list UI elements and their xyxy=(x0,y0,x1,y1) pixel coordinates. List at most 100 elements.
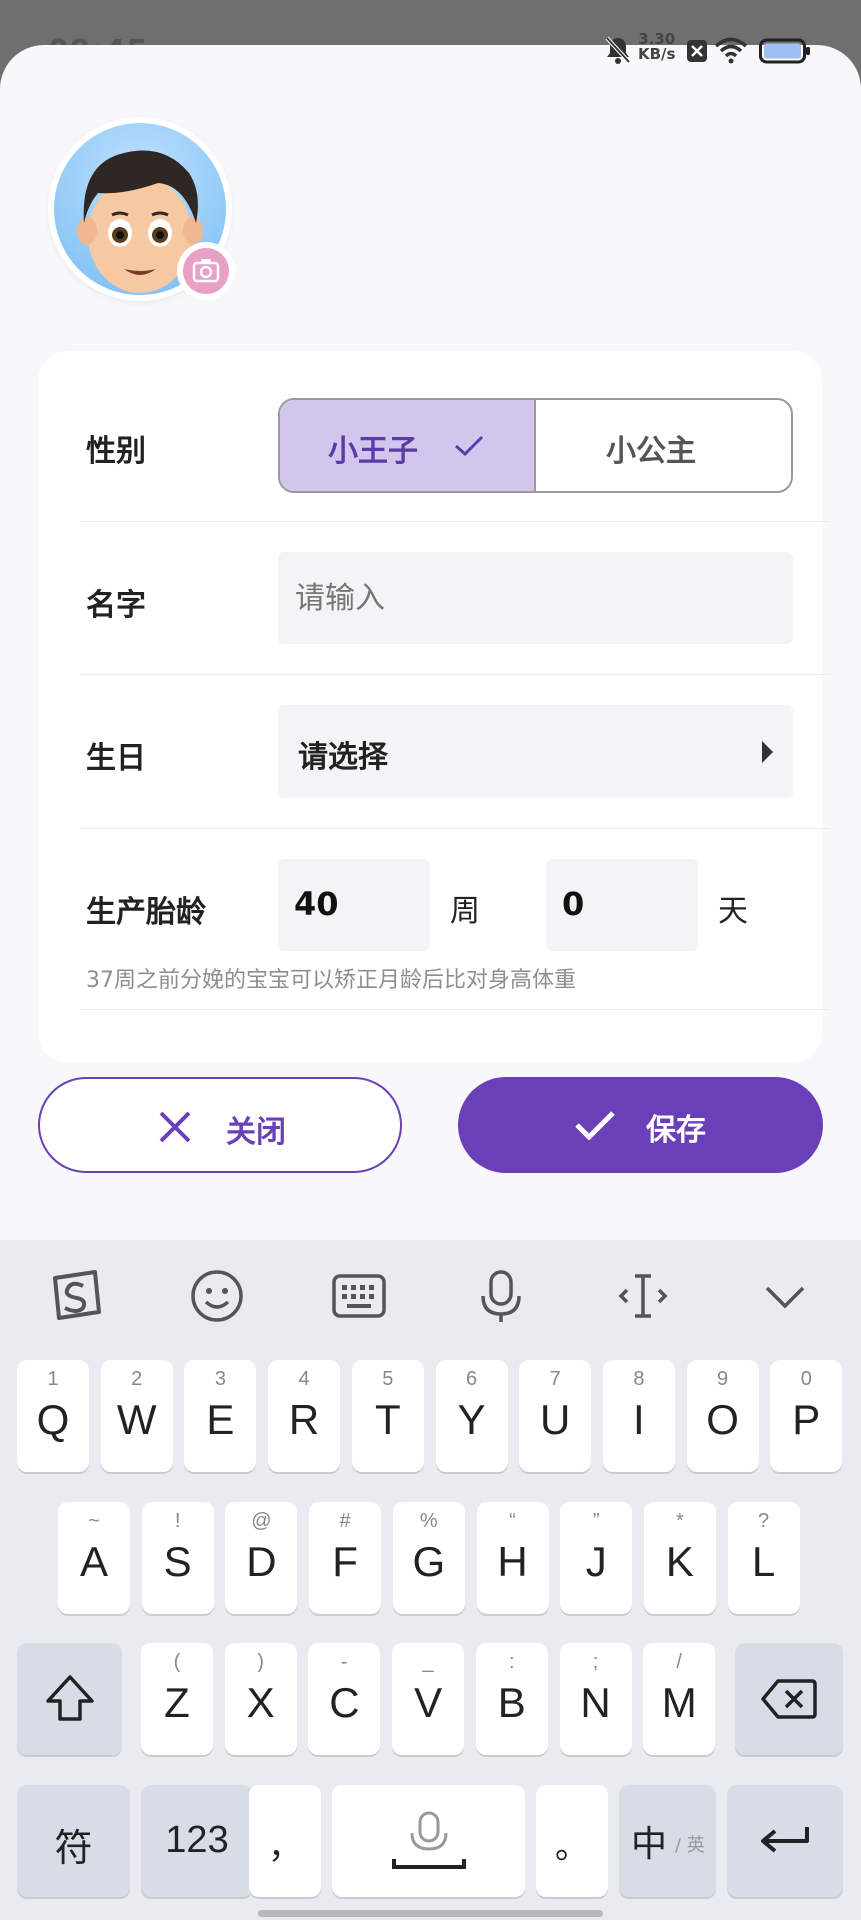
key-sub-label: ( xyxy=(173,1651,181,1673)
key-g[interactable]: % G xyxy=(392,1502,465,1614)
key-z[interactable]: (Z xyxy=(141,1643,213,1755)
key-sub-label: ? xyxy=(758,1510,770,1532)
key-j[interactable]: ” J xyxy=(560,1502,633,1614)
key-p[interactable]: 0P xyxy=(770,1360,843,1472)
key-sub-label: 4 xyxy=(298,1368,310,1390)
camera-icon xyxy=(183,248,229,294)
key-d[interactable]: @ D xyxy=(225,1502,298,1614)
gestation-days-value: 0 xyxy=(562,885,585,923)
key-label: A xyxy=(79,1538,108,1585)
key-t[interactable]: 5T xyxy=(351,1360,424,1472)
key-label: P xyxy=(792,1396,821,1443)
divider xyxy=(80,1009,830,1010)
gender-option-princess[interactable]: 小公主 xyxy=(536,400,791,491)
shift-key[interactable] xyxy=(17,1643,122,1755)
language-switch-key[interactable]: 中 / 英 xyxy=(619,1785,716,1897)
gestation-days-input[interactable]: 0 xyxy=(546,859,698,951)
key-label: C xyxy=(329,1679,360,1726)
period-key[interactable]: 。 xyxy=(536,1785,608,1897)
key-sub-label: 2 xyxy=(131,1368,143,1390)
key-sub-label: - xyxy=(341,1651,348,1673)
key-label: Y xyxy=(457,1396,486,1443)
key-sub-label: 0 xyxy=(800,1368,812,1390)
key-label: M xyxy=(661,1679,697,1726)
space-key[interactable] xyxy=(332,1785,525,1897)
key-v[interactable]: _ V xyxy=(392,1643,465,1755)
key-l[interactable]: ? L xyxy=(727,1502,800,1614)
key-sub-label: ” xyxy=(592,1510,600,1532)
key-label: D xyxy=(246,1538,277,1585)
key-w[interactable]: 2W xyxy=(100,1360,173,1472)
key-sub-label: ! xyxy=(174,1510,181,1532)
key-sub-label: : xyxy=(509,1651,515,1673)
name-label: 名字 xyxy=(86,588,146,623)
gender-selector: 小王子 小公主 xyxy=(278,398,793,493)
gestation-label: 生产胎龄 xyxy=(86,895,206,930)
symbols-key[interactable]: 符 xyxy=(17,1785,130,1897)
key-h[interactable]: “H xyxy=(476,1502,549,1614)
key-m[interactable]: / M xyxy=(643,1643,716,1755)
enter-icon xyxy=(761,1827,809,1853)
key-r[interactable]: 4R xyxy=(268,1360,341,1472)
numbers-key-label: 123 xyxy=(165,1819,229,1861)
birthday-picker[interactable]: 请选择 xyxy=(278,705,793,798)
birthday-value: 请选择 xyxy=(298,740,388,775)
key-label: F xyxy=(332,1538,358,1585)
wifi-icon xyxy=(714,36,748,68)
key-i[interactable]: 8I xyxy=(602,1360,675,1472)
weeks-unit: 周 xyxy=(450,894,480,929)
key-x[interactable]: ) X xyxy=(224,1643,297,1755)
key-label: O xyxy=(706,1396,739,1443)
key-q[interactable]: 1Q xyxy=(17,1360,89,1472)
microphone-icon[interactable] xyxy=(471,1266,531,1326)
close-button[interactable]: 关闭 xyxy=(38,1077,402,1173)
key-u[interactable]: 7U xyxy=(519,1360,592,1472)
key-sub-label: _ xyxy=(422,1651,434,1673)
key-y[interactable]: 6Y xyxy=(435,1360,508,1472)
backspace-key[interactable] xyxy=(735,1643,843,1755)
name-input[interactable] xyxy=(278,552,793,644)
battery-icon xyxy=(759,38,811,68)
key-label: S xyxy=(163,1538,192,1585)
symbols-key-label: 符 xyxy=(54,1828,93,1870)
check-icon xyxy=(575,1111,615,1141)
gender-option-prince[interactable]: 小王子 xyxy=(280,400,536,491)
key-label: J xyxy=(585,1538,607,1585)
key-sub-label: ; xyxy=(592,1651,599,1673)
chevron-down-icon[interactable] xyxy=(755,1266,815,1326)
key-n[interactable]: ; N xyxy=(559,1643,632,1755)
enter-key[interactable] xyxy=(727,1785,843,1897)
key-c[interactable]: -C xyxy=(308,1643,381,1755)
gender-option-princess-label: 小公主 xyxy=(606,434,696,469)
divider xyxy=(80,828,830,829)
emoji-icon[interactable] xyxy=(187,1266,247,1326)
save-button[interactable]: 保存 xyxy=(458,1077,823,1173)
keyboard-icon[interactable] xyxy=(329,1266,389,1326)
cursor-icon[interactable] xyxy=(613,1266,673,1326)
key-label: N xyxy=(580,1679,611,1726)
key-sub-label: “ xyxy=(509,1510,516,1532)
key-e[interactable]: 3E xyxy=(184,1360,257,1472)
key-f[interactable]: # F xyxy=(309,1502,382,1614)
key-b[interactable]: :B xyxy=(475,1643,548,1755)
key-k[interactable]: * K xyxy=(643,1502,716,1614)
key-o[interactable]: 9O xyxy=(686,1360,759,1472)
sogou-logo-icon[interactable] xyxy=(45,1266,105,1326)
key-sub-label: / xyxy=(676,1651,682,1673)
key-label: U xyxy=(540,1396,571,1443)
home-indicator xyxy=(258,1910,603,1917)
key-label: T xyxy=(374,1396,401,1443)
soft-keyboard: 1Q2W3E4R5T6Y7U8I9O0P ~ A! S @ D # F% G “H” J * K? L … xyxy=(0,1240,861,1920)
key-s[interactable]: ! S xyxy=(141,1502,214,1614)
gestation-weeks-input[interactable]: 40 xyxy=(278,859,430,951)
key-a[interactable]: ~ A xyxy=(58,1502,130,1614)
comma-key[interactable]: ， xyxy=(249,1785,321,1897)
speed-unit: KB/s xyxy=(638,45,676,63)
numbers-key[interactable]: 123 xyxy=(141,1785,253,1897)
key-label: Z xyxy=(164,1679,190,1726)
comma-key-label: ， xyxy=(268,1828,302,1866)
microphone-icon xyxy=(392,1811,466,1869)
key-sub-label: * xyxy=(675,1510,684,1532)
caret-right-icon xyxy=(762,741,773,763)
close-button-label: 关闭 xyxy=(226,1115,286,1150)
